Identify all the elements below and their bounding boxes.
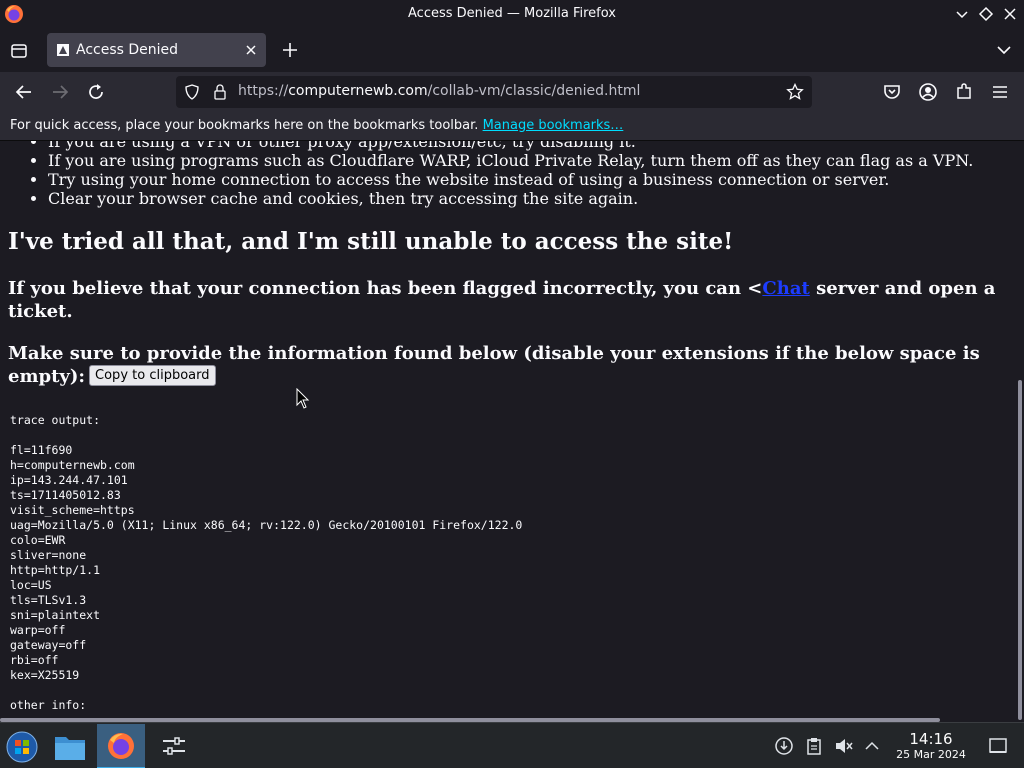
mouse-cursor-icon (296, 388, 310, 409)
copy-to-clipboard-button[interactable]: Copy to clipboard (89, 364, 216, 386)
volume-muted-icon[interactable] (834, 736, 854, 756)
window-title: Access Denied — Mozilla Firefox (408, 6, 616, 21)
list-item: If you are using a VPN or other proxy ap… (48, 141, 1010, 151)
provide-info-paragraph: Make sure to provide the information fou… (8, 343, 980, 387)
vertical-scrollbar-thumb[interactable] (1018, 380, 1022, 720)
tab-label: Access Denied (76, 42, 179, 58)
extensions-icon[interactable] (952, 80, 976, 104)
bookmarks-toolbar: For quick access, place your bookmarks h… (0, 112, 1024, 141)
taskbar: 14:16 25 Mar 2024 (0, 722, 1024, 768)
start-menu-button[interactable] (0, 724, 48, 768)
menu-icon[interactable] (988, 80, 1012, 104)
back-icon[interactable] (12, 80, 36, 104)
start-orb-icon (6, 731, 38, 763)
account-icon[interactable] (916, 80, 940, 104)
firefox-view-icon[interactable] (8, 40, 30, 62)
tab-access-denied[interactable]: Access Denied (47, 33, 266, 67)
clock-date: 25 Mar 2024 (896, 748, 966, 761)
maximize-icon[interactable] (977, 5, 995, 23)
lock-icon[interactable] (212, 83, 228, 101)
troubleshooting-list: If you are using a VPN or other proxy ap… (48, 141, 1010, 208)
minimize-icon[interactable] (953, 5, 971, 23)
url-text[interactable]: https://computernewb.com/collab-vm/class… (238, 83, 640, 99)
sliders-icon (163, 737, 185, 755)
pocket-icon[interactable] (880, 80, 904, 104)
still-unable-heading: I've tried all that, and I'm still unabl… (8, 228, 734, 255)
page-viewport[interactable]: If you are using a VPN or other proxy ap… (0, 141, 1024, 722)
clock-time: 14:16 (909, 730, 953, 748)
close-tab-icon[interactable] (243, 42, 259, 58)
manage-bookmarks-link[interactable]: Manage bookmarks… (483, 118, 624, 133)
taskbar-file-manager[interactable] (46, 724, 94, 768)
trace-output: trace output: fl=11f690 h=computernewb.c… (10, 413, 523, 712)
list-item: Try using your home connection to access… (48, 170, 1010, 189)
new-tab-icon[interactable] (279, 39, 301, 61)
firefox-icon (108, 733, 134, 759)
navigation-toolbar: https://computernewb.com/collab-vm/class… (0, 72, 1024, 112)
forward-icon[interactable] (48, 80, 72, 104)
list-item: If you are using programs such as Cloudf… (48, 151, 1010, 170)
show-desktop-icon[interactable] (988, 736, 1008, 756)
page-favicon-icon (57, 44, 69, 56)
close-window-icon[interactable] (1001, 5, 1019, 23)
bookmark-star-icon[interactable] (786, 83, 804, 101)
clock[interactable]: 14:16 25 Mar 2024 (888, 731, 974, 762)
chat-link[interactable]: Chat (762, 278, 809, 299)
list-item: Clear your browser cache and cookies, th… (48, 189, 1010, 208)
window-titlebar: Access Denied — Mozilla Firefox (0, 0, 1024, 28)
folder-icon (55, 737, 85, 760)
bookmarks-hint-text: For quick access, place your bookmarks h… (10, 118, 479, 133)
url-bar[interactable]: https://computernewb.com/collab-vm/class… (176, 76, 812, 108)
list-all-tabs-icon[interactable] (994, 39, 1014, 61)
flagged-incorrectly-paragraph: If you believe that your connection has … (8, 278, 996, 322)
taskbar-settings[interactable] (150, 724, 198, 768)
reload-icon[interactable] (84, 80, 108, 104)
tray-expand-icon[interactable] (862, 736, 882, 756)
tracking-protection-shield-icon[interactable] (184, 84, 200, 100)
taskbar-firefox[interactable] (97, 724, 145, 768)
network-icon[interactable] (774, 736, 794, 756)
clipboard-icon[interactable] (804, 736, 824, 756)
tab-strip: Access Denied (0, 28, 1024, 72)
page-body: If you are using a VPN or other proxy ap… (0, 141, 1010, 712)
